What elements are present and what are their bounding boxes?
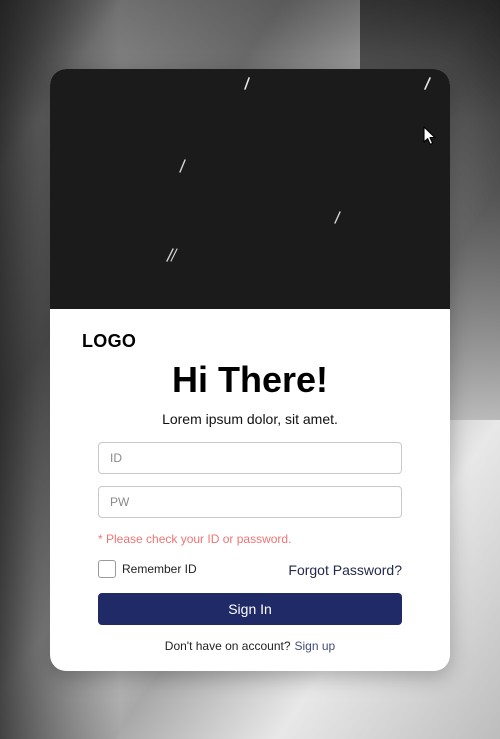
sign-in-button[interactable]: Sign In (98, 593, 402, 625)
password-input[interactable] (98, 486, 402, 518)
shooting-stars-illustration (166, 77, 431, 262)
login-card: LOGO Hi There! Lorem ipsum dolor, sit am… (50, 69, 450, 671)
page-title: Hi There! (171, 359, 329, 400)
remember-id-checkbox[interactable] (98, 560, 116, 578)
id-input[interactable] (98, 442, 402, 474)
forgot-password-link[interactable]: Forgot Password? (288, 562, 402, 578)
remember-id-control[interactable]: Remember ID (98, 560, 197, 578)
signup-row: Don't have on account? Sign up (50, 639, 450, 653)
error-message: * Please check your ID or password. (98, 532, 292, 546)
sign-up-link[interactable]: Sign up (295, 639, 336, 653)
logo: LOGO (82, 331, 137, 351)
mouse-pointer-icon (423, 126, 436, 145)
shooting-star (334, 211, 341, 224)
signup-prompt: Don't have on account? (164, 639, 291, 653)
hero-banner (50, 69, 450, 309)
shooting-star (179, 159, 186, 173)
shooting-star (424, 77, 431, 90)
shooting-star (244, 77, 250, 90)
remember-id-label: Remember ID (122, 562, 197, 576)
page-subtitle: Lorem ipsum dolor, sit amet. (162, 411, 338, 427)
